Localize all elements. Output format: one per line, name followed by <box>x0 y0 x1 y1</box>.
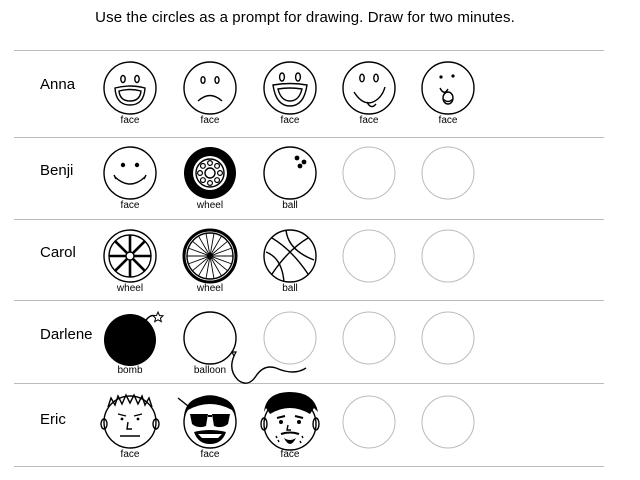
drawing-caption: face <box>200 449 220 460</box>
tongue-out-face-icon <box>342 61 396 115</box>
empty-circle <box>421 311 475 365</box>
drawing-cell <box>418 228 478 302</box>
drawing-cell <box>339 310 399 384</box>
page-title: Use the circles as a prompt for drawing.… <box>95 9 515 26</box>
spiky-hair-face-icon <box>100 393 160 449</box>
empty-circle <box>342 311 396 365</box>
drawing-cell: wheel <box>180 145 240 219</box>
drawing-cell: face <box>100 145 160 219</box>
smiley-face-icon <box>103 146 157 200</box>
drawing-cell: face <box>260 392 320 468</box>
big-grin-face-icon <box>263 61 317 115</box>
empty-circle <box>421 395 475 449</box>
empty-circle <box>421 229 475 283</box>
surprised-face-icon <box>421 61 475 115</box>
bowling-ball-icon <box>263 146 317 200</box>
frowning-face-icon <box>183 61 237 115</box>
drawing-cell: face <box>177 394 240 468</box>
drawing-cell: face <box>260 60 320 134</box>
drawing-caption: ball <box>282 283 298 294</box>
drawing-caption: bomb <box>117 365 143 376</box>
empty-circle <box>342 229 396 283</box>
drawing-caption: wheel <box>196 283 224 294</box>
drawing-cell: wheel <box>100 228 160 302</box>
empty-circle <box>342 395 396 449</box>
drawing-caption: wheel <box>196 200 224 211</box>
sunglasses-face-icon <box>177 395 237 449</box>
drawing-caption: face <box>120 449 140 460</box>
drawing-cell: face <box>339 60 399 134</box>
drawing-cell <box>339 394 399 468</box>
drawing-caption: balloon <box>193 365 227 376</box>
student-name: Anna <box>40 76 76 93</box>
drawing-caption: face <box>438 115 458 126</box>
cap-goatee-face-icon <box>260 392 320 451</box>
row-divider <box>14 219 604 220</box>
bomb-icon <box>104 310 165 366</box>
row-divider <box>14 137 604 138</box>
drawing-cell <box>418 394 478 468</box>
basketball-icon <box>263 229 317 283</box>
student-name: Eric <box>40 411 66 428</box>
drawing-cell: ball <box>260 228 320 302</box>
drawing-cell: face <box>418 60 478 134</box>
tire-wheel-icon <box>184 147 236 199</box>
spoked-wheel-icon <box>103 229 157 283</box>
drawing-caption: wheel <box>116 283 144 294</box>
drawing-caption: face <box>120 200 140 211</box>
drawing-caption: ball <box>282 200 298 211</box>
drawing-caption: face <box>359 115 379 126</box>
drawing-caption: face <box>120 115 140 126</box>
student-name: Benji <box>40 162 74 179</box>
row-divider <box>14 50 604 51</box>
balloon-icon <box>183 311 307 384</box>
drawing-cell: face <box>100 60 160 134</box>
student-name: Carol <box>40 244 76 261</box>
drawing-cell: bomb <box>100 310 165 384</box>
empty-circle <box>263 311 317 365</box>
drawing-caption: face <box>200 115 220 126</box>
drawing-cell <box>339 228 399 302</box>
drawing-cell <box>339 145 399 219</box>
drawing-cell: ball <box>260 145 320 219</box>
student-name: Darlene <box>40 326 93 343</box>
grinning-face-icon <box>103 61 157 115</box>
drawing-cell <box>418 145 478 219</box>
drawing-cell: balloon <box>180 310 307 384</box>
drawing-cell: face <box>100 393 160 468</box>
drawing-caption: face <box>280 115 300 126</box>
drawing-cell: wheel <box>180 228 240 302</box>
drawing-cell <box>260 310 320 384</box>
bicycle-wheel-icon <box>182 228 238 284</box>
empty-circle <box>342 146 396 200</box>
drawing-cell: face <box>180 60 240 134</box>
drawing-caption: face <box>280 449 300 460</box>
empty-circle <box>421 146 475 200</box>
drawing-cell <box>418 310 478 384</box>
